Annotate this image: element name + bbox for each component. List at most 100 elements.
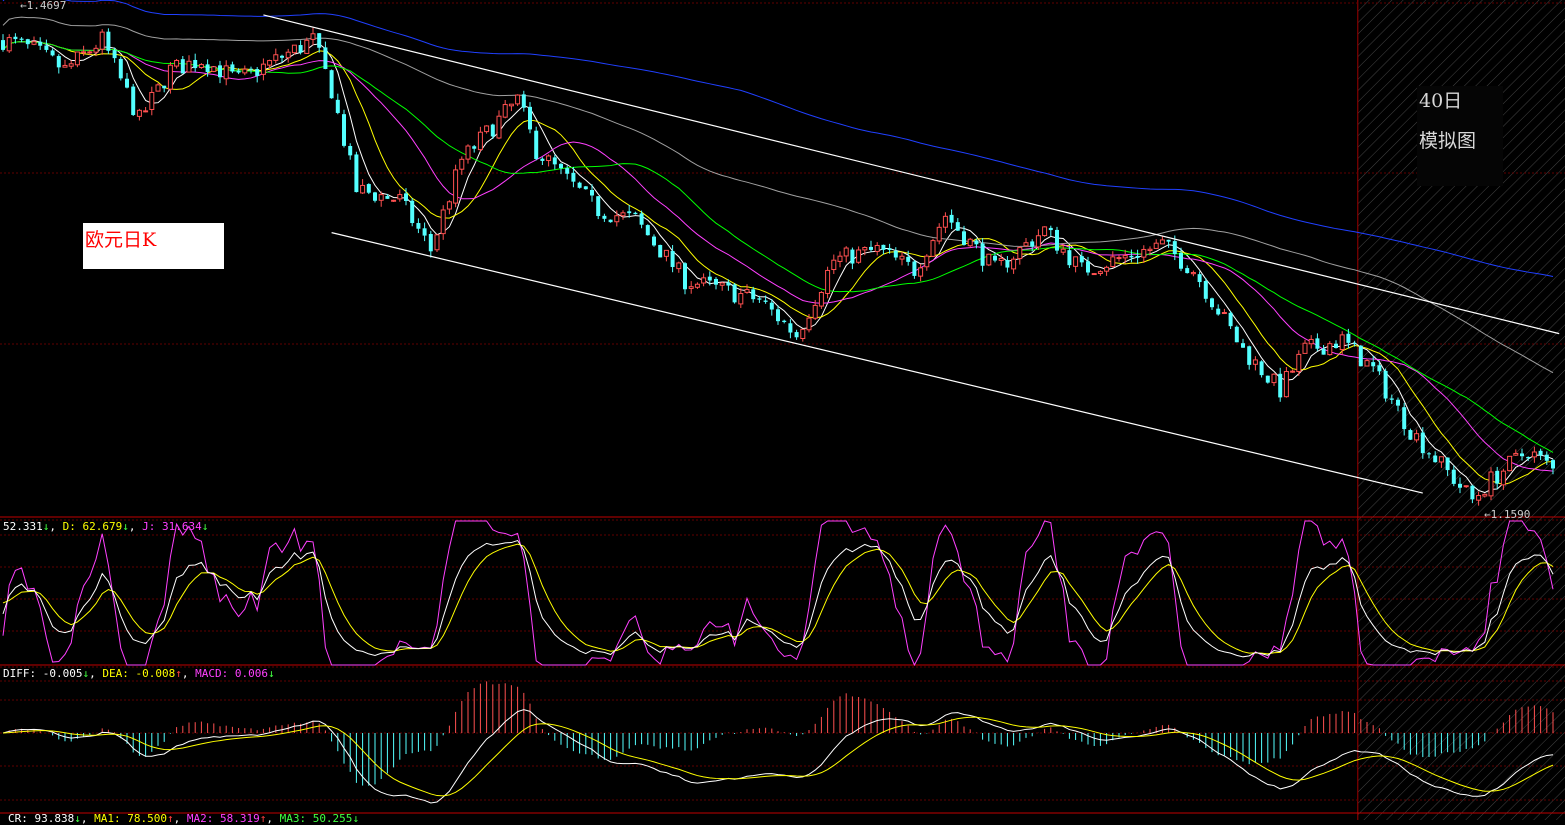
candle-down [1265,375,1270,383]
kdj-d: D: 62.679 [62,520,123,533]
candle-down [974,240,979,245]
candle-up [1438,456,1444,463]
candle-down [645,225,650,236]
candle-down [1278,373,1283,398]
candle-up [465,145,471,160]
candle-down [1538,450,1543,456]
candle-down [769,302,774,310]
candle-down [1185,268,1190,274]
candle-up [87,51,93,54]
candle-up [942,215,948,228]
candle-up [434,234,440,251]
candle-up [1296,353,1302,372]
candle-down [329,70,334,99]
candle-down [881,244,886,250]
sim-text: 模拟图 [1419,130,1477,152]
candle-down [1451,469,1456,484]
trendline [331,232,1423,494]
candle-down [428,233,433,252]
candle-down [1427,453,1431,455]
candle-up [620,212,626,217]
candle-down [788,323,793,333]
candle-down [249,68,253,70]
candle-down [887,248,892,250]
down-arrow-icon: ↓ [267,667,275,680]
candle-down [106,31,111,51]
candle-down [422,228,427,236]
macd-dea-line [2,716,1554,797]
kdj-j: J: 31.634 [142,520,202,533]
candle-up [1488,471,1494,497]
candle-down [1241,343,1245,348]
candle-down [317,33,322,48]
candle-down [230,64,235,72]
candle-up [6,37,12,52]
candle-down [1551,460,1555,469]
candle-up [1159,239,1165,245]
candle-up [267,60,273,66]
candle-up [1035,235,1041,248]
candle-up [986,253,992,266]
macd-dea: DEA: -0.008 [102,667,176,680]
candle-down [1520,453,1524,457]
candle-down [1030,241,1035,247]
chart-canvas [0,0,1565,820]
candle-up [508,103,514,107]
candle-up [862,247,868,251]
candle-down [1544,454,1549,461]
candle-up [391,199,397,202]
candle-up [310,33,316,40]
candle-down [1086,261,1090,273]
ma-line-20 [2,41,1554,472]
candle-down [180,59,185,74]
candle-down [552,157,557,165]
max-price-value: 1.4697 [26,0,67,12]
candle-up [304,39,310,54]
candle-down [112,50,117,59]
kdj-j-line [2,520,1554,667]
candle-up [62,64,68,68]
candle-down [50,50,55,56]
candle-down [583,186,588,190]
candle-up [800,328,806,340]
cr-ma1: MA1: 78.500 [94,812,167,825]
candle-up [930,240,936,257]
candle-down [782,320,787,323]
candle-down [1346,333,1351,343]
candle-down [869,246,873,250]
candle-down [354,154,359,193]
candle-up [663,249,669,257]
candle-down [732,284,737,303]
candle-down [571,172,576,182]
up-arrow-icon: ↑ [175,667,182,680]
candle-down [416,223,421,229]
candle-down [683,263,687,290]
candle-up [1141,248,1147,258]
candle-up [614,215,620,223]
macd-diff-line [2,709,1554,804]
up-arrow-icon: ↑ [166,812,174,825]
candle-up [1252,359,1258,365]
min-price-value: 1.1590 [1490,508,1531,521]
candle-up [155,84,161,92]
candle-down [1458,483,1462,488]
candle-down [540,158,545,161]
candle-up [273,54,279,61]
candle-down [13,36,18,40]
candle-down [1203,280,1208,299]
candle-up [1221,312,1227,315]
cr-value: CR: 93.838 [8,812,75,825]
candle-up [546,155,552,162]
candle-down [205,64,210,73]
ma-line-120 [2,0,1554,278]
candle-down [1172,241,1177,255]
candle-up [285,51,291,59]
candle-up [1507,455,1513,472]
candle-down [236,70,241,73]
candle-down [490,124,495,137]
candle-up [1290,370,1296,373]
candle-down [559,163,563,169]
candle-up [397,194,403,200]
candle-up [1476,495,1482,501]
candle-up [874,244,880,252]
